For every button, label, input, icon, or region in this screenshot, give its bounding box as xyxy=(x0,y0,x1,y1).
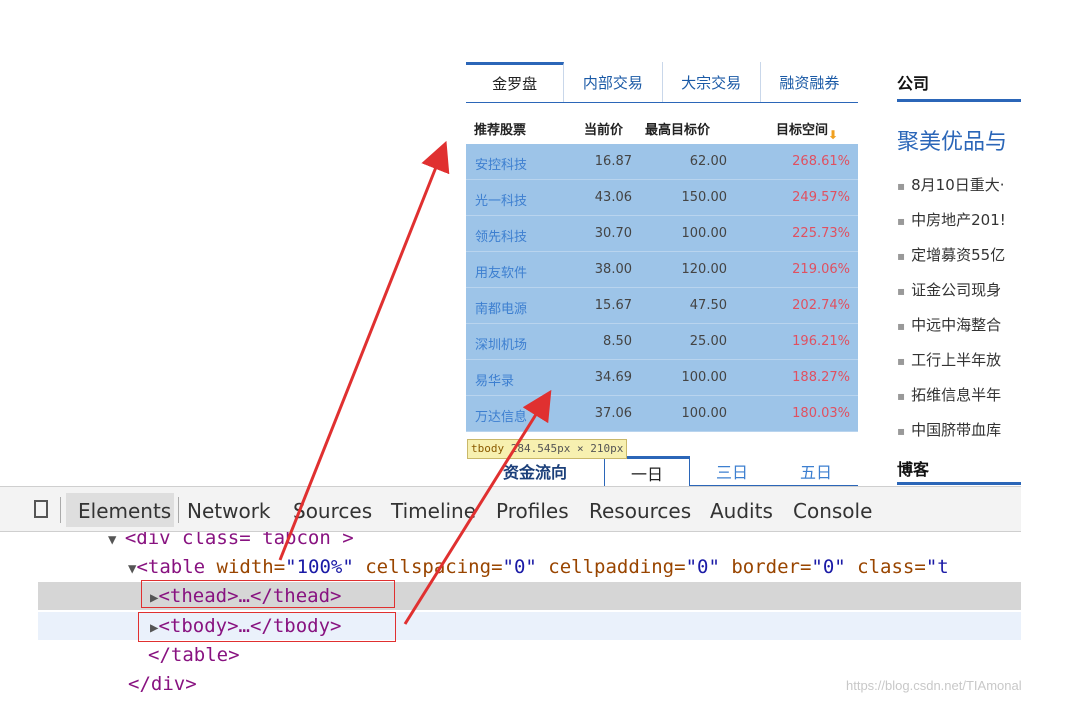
watermark: https://blog.csdn.net/TIAmonal xyxy=(846,678,1022,693)
arrow-to-thead xyxy=(278,140,450,561)
annotation-arrows xyxy=(278,140,552,625)
arrow-to-tbody xyxy=(403,389,552,625)
